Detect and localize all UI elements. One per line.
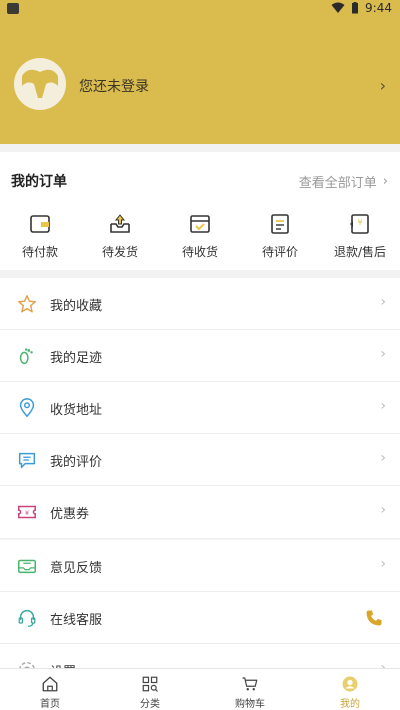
menu-item-label: 收货地址 — [50, 403, 103, 418]
location-icon — [19, 398, 35, 418]
wallet-icon — [30, 215, 50, 233]
headset-icon — [18, 609, 36, 627]
order-pending-receipt[interactable]: 待收货 — [160, 212, 240, 260]
order-item-label: 退款/售后 — [333, 245, 387, 259]
chevron-right-icon: › — [380, 398, 386, 414]
status-time: 9:44 — [365, 1, 392, 15]
login-prompt[interactable]: 您还未登录 — [79, 76, 149, 96]
footprint-icon — [19, 348, 33, 365]
tab-cart[interactable]: 购物车 — [200, 669, 300, 710]
orders-title: 我的订单 — [11, 174, 67, 190]
orders-card: 我的订单 查看全部订单 › 待付款 待发货 待收货 待评价 ¥ 退款/售后 — [0, 152, 400, 270]
wifi-icon — [331, 2, 345, 13]
menu-item-feedback[interactable]: 意见反馈 › — [0, 540, 400, 592]
chevron-right-icon: › — [380, 346, 386, 362]
menu-item-label: 我的收藏 — [50, 299, 103, 314]
menu-section-secondary: 意见反馈 › 在线客服 设置 › — [0, 540, 400, 668]
menu-item-address[interactable]: 收货地址 › — [0, 382, 400, 434]
status-right: 9:44 — [331, 1, 392, 15]
menu-item-favorites[interactable]: 我的收藏 › — [0, 278, 400, 330]
phone-icon[interactable] — [364, 608, 384, 628]
menu-item-settings[interactable]: 设置 › — [0, 644, 400, 668]
order-item-label: 待发货 — [101, 245, 138, 259]
comment-icon — [18, 452, 36, 469]
menu-item-label: 设置 — [50, 661, 76, 668]
avatar[interactable] — [14, 58, 66, 110]
svg-text:¥: ¥ — [25, 509, 29, 517]
menu-item-label: 我的足迹 — [50, 351, 103, 366]
order-item-label: 待评价 — [261, 245, 298, 259]
menu-item-label: 我的评价 — [50, 455, 103, 470]
logo-icon — [22, 69, 58, 98]
document-icon — [271, 214, 289, 234]
tab-label: 购物车 — [235, 699, 265, 710]
order-item-label: 待收货 — [181, 245, 218, 259]
order-pending-payment[interactable]: 待付款 — [0, 212, 80, 260]
star-icon — [18, 295, 36, 313]
view-all-orders-label: 查看全部订单 — [298, 176, 377, 191]
coupon-icon: ¥ — [18, 505, 36, 519]
refund-icon: ¥ — [350, 214, 369, 234]
tab-label: 首页 — [40, 699, 60, 710]
profile-header[interactable]: 您还未登录 › — [0, 18, 400, 144]
tab-label: 我的 — [340, 699, 360, 710]
chevron-right-icon: › — [379, 76, 386, 95]
order-item-label: 待付款 — [21, 245, 58, 259]
order-pending-review[interactable]: 待评价 — [240, 212, 320, 260]
menu-item-label: 在线客服 — [50, 613, 103, 628]
menu-item-footprints[interactable]: 我的足迹 › — [0, 330, 400, 382]
view-all-orders-link[interactable]: 查看全部订单 › — [299, 172, 388, 191]
svg-text:¥: ¥ — [357, 218, 362, 227]
chevron-right-icon: › — [380, 502, 386, 518]
tab-profile[interactable]: 我的 — [300, 669, 400, 710]
chevron-right-icon: › — [380, 294, 386, 310]
cart-icon — [242, 677, 258, 691]
chevron-right-icon: › — [380, 450, 386, 466]
battery-icon — [352, 2, 359, 14]
menu-item-label: 意见反馈 — [50, 561, 103, 576]
order-refund-aftersales[interactable]: ¥ 退款/售后 — [320, 212, 400, 260]
home-icon — [42, 676, 58, 692]
chevron-right-icon: › — [380, 556, 386, 572]
tab-category[interactable]: 分类 — [100, 669, 200, 710]
tab-label: 分类 — [140, 699, 160, 710]
gear-icon — [19, 661, 35, 668]
profile-icon — [342, 676, 358, 692]
tab-home[interactable]: 首页 — [0, 669, 100, 710]
bottom-tab-bar: 首页 分类 购物车 我的 — [0, 668, 400, 710]
feedback-icon — [18, 559, 36, 574]
notification-icon — [7, 3, 19, 14]
category-icon — [142, 676, 158, 692]
box-upload-icon — [110, 214, 130, 233]
menu-item-coupons[interactable]: ¥ 优惠券 › — [0, 486, 400, 538]
menu-item-label: 优惠券 — [50, 507, 90, 522]
chevron-right-icon: › — [382, 174, 388, 189]
menu-section-primary: 我的收藏 › 我的足迹 › 收货地址 › 我的评价 › ¥ 优惠券 › — [0, 278, 400, 538]
order-pending-shipment[interactable]: 待发货 — [80, 212, 160, 260]
package-check-icon — [190, 215, 210, 233]
menu-item-online-service[interactable]: 在线客服 — [0, 592, 400, 644]
chevron-right-icon: › — [380, 660, 386, 668]
menu-item-my-reviews[interactable]: 我的评价 › — [0, 434, 400, 486]
order-status-row: 待付款 待发货 待收货 待评价 ¥ 退款/售后 — [0, 212, 400, 260]
status-bar: 9:44 — [0, 0, 400, 18]
